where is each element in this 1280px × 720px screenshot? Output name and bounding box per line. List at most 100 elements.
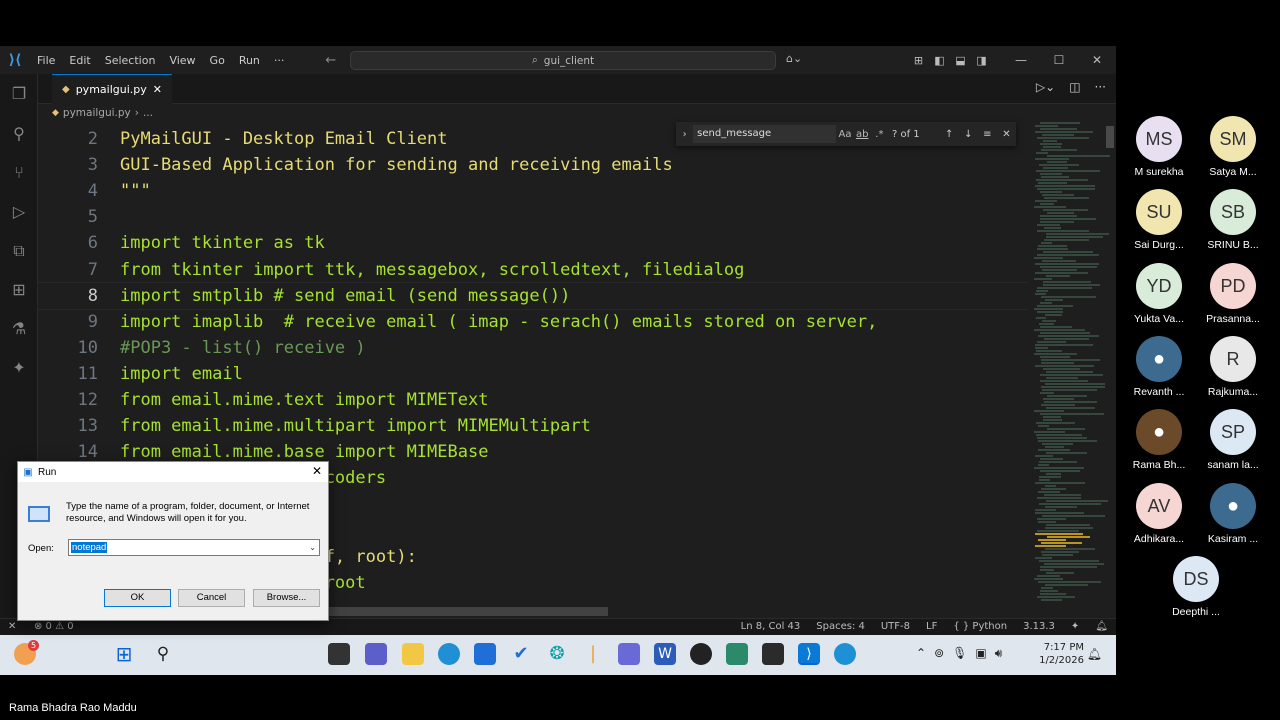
- browse-button[interactable]: Browse...: [253, 589, 320, 607]
- code-line[interactable]: 7 from tkinter import ttk, messagebox, sc…: [38, 257, 1028, 283]
- toggle-sidebar-icon[interactable]: ◧: [929, 54, 950, 67]
- copilot-chat-icon[interactable]: ✦: [9, 358, 29, 378]
- participant-tile[interactable]: SU Sai Durg...: [1119, 189, 1199, 251]
- whole-word-toggle[interactable]: ab: [854, 129, 871, 140]
- obs-icon[interactable]: [690, 643, 712, 665]
- match-case-toggle[interactable]: Aa: [836, 129, 853, 140]
- cursor-position[interactable]: Ln 8, Col 43: [741, 621, 801, 632]
- python-version[interactable]: 3.13.3: [1023, 621, 1055, 632]
- pencil-app-icon[interactable]: |: [582, 643, 604, 665]
- search-icon[interactable]: ⚲: [9, 124, 29, 144]
- participant-tile[interactable]: SM Satya M...: [1193, 116, 1273, 178]
- participant-tile[interactable]: ● Revanth ...: [1119, 335, 1199, 398]
- open-input[interactable]: notepad ⌄: [68, 539, 320, 556]
- split-editor-icon[interactable]: ◫: [1069, 80, 1080, 94]
- code-line[interactable]: 10 #POP3 - list() receive ): [38, 335, 1028, 361]
- close-window-button[interactable]: ✕: [1078, 53, 1116, 67]
- code-line[interactable]: 4 """: [38, 178, 1028, 204]
- run-close-icon[interactable]: ✕: [312, 464, 322, 478]
- layout-customize-icon[interactable]: ⊞: [908, 54, 929, 67]
- menu-view[interactable]: View: [162, 54, 202, 67]
- ok-button[interactable]: OK: [104, 589, 171, 607]
- find-in-selection-icon[interactable]: ≡: [978, 129, 997, 140]
- breadcrumb-symbol[interactable]: ...: [143, 107, 153, 119]
- find-input[interactable]: send_message: [693, 125, 837, 143]
- next-match-icon[interactable]: ↓: [959, 129, 978, 140]
- source-control-icon[interactable]: ⑂: [9, 163, 29, 183]
- vertical-scrollbar[interactable]: [1106, 126, 1114, 148]
- file-explorer-icon[interactable]: [402, 643, 424, 665]
- teams-classic-icon[interactable]: [618, 643, 640, 665]
- close-find-icon[interactable]: ✕: [997, 129, 1016, 140]
- toggle-panel-icon[interactable]: ⬓: [950, 54, 971, 67]
- participant-tile[interactable]: YD Yukta Va...: [1119, 262, 1199, 325]
- horizontal-scrollbar[interactable]: [318, 607, 608, 616]
- encoding[interactable]: UTF-8: [881, 621, 910, 632]
- language-mode[interactable]: { } Python: [953, 621, 1007, 632]
- code-line[interactable]: 6 import tkinter as tk: [38, 230, 1028, 256]
- problems-indicator[interactable]: ⊗ 0 ⚠ 0: [34, 621, 74, 632]
- toggle-secondary-sidebar-icon[interactable]: ◨: [971, 54, 992, 67]
- copilot-app-icon[interactable]: ❂: [546, 643, 568, 665]
- participant-tile[interactable]: SB SRINU B...: [1193, 189, 1273, 251]
- code-line[interactable]: 9 import imaplib # receive email ( imap -…: [38, 309, 1028, 335]
- extensions-icon[interactable]: ⊞: [9, 280, 29, 300]
- chevron-down-icon[interactable]: ⌄: [309, 540, 316, 555]
- notifications-icon[interactable]: 🔔︎: [1095, 621, 1108, 632]
- maximize-button[interactable]: ☐: [1040, 53, 1078, 67]
- menu-run[interactable]: Run: [232, 54, 267, 67]
- menu-more[interactable]: ···: [267, 54, 292, 67]
- remote-explorer-icon[interactable]: ⧉: [9, 241, 29, 261]
- todo-icon[interactable]: ✔: [510, 643, 532, 665]
- cancel-button[interactable]: Cancel: [178, 589, 245, 607]
- run-debug-icon[interactable]: ▷: [9, 202, 29, 222]
- menu-edit[interactable]: Edit: [62, 54, 97, 67]
- participant-tile[interactable]: R Rajkuma...: [1193, 335, 1273, 398]
- code-line[interactable]: 11 import email: [38, 361, 1028, 387]
- run-file-icon[interactable]: ▷⌄: [1036, 80, 1055, 94]
- tab-close-icon[interactable]: ✕: [153, 83, 162, 96]
- command-center-search[interactable]: ⌕ gui_client: [350, 51, 776, 70]
- explorer-icon[interactable]: ❐: [9, 84, 29, 104]
- breadcrumb-file[interactable]: pymailgui.py: [63, 107, 131, 119]
- previous-match-icon[interactable]: ↑: [940, 129, 959, 140]
- toggle-replace-icon[interactable]: ›: [676, 129, 693, 140]
- code-line[interactable]: 13 from email.mime.multipart import MIMEM…: [38, 413, 1028, 439]
- menu-go[interactable]: Go: [203, 54, 232, 67]
- notepad-icon[interactable]: [726, 643, 748, 665]
- network-icon[interactable]: ⊚: [934, 646, 944, 661]
- copilot-icon[interactable]: ⌂⌄: [786, 52, 802, 65]
- microphone-icon[interactable]: 🎙︎: [952, 646, 967, 661]
- participant-tile[interactable]: PD Prasanna...: [1193, 262, 1273, 325]
- back-arrow-icon[interactable]: ←: [317, 53, 344, 68]
- taskbar-search-icon[interactable]: ⚲: [152, 643, 174, 665]
- testing-icon[interactable]: ⚗: [9, 319, 29, 339]
- store-icon[interactable]: [474, 643, 496, 665]
- participant-tile[interactable]: MS M surekha: [1119, 116, 1199, 178]
- participant-tile[interactable]: AV Adhikara...: [1119, 482, 1199, 545]
- indentation[interactable]: Spaces: 4: [816, 621, 865, 632]
- windows-start-icon[interactable]: ⊞: [113, 643, 135, 665]
- word-icon[interactable]: W: [654, 643, 676, 665]
- menu-selection[interactable]: Selection: [98, 54, 163, 67]
- clock[interactable]: 7:17 PM 1/2/2026: [1039, 641, 1084, 667]
- copilot-status-icon[interactable]: ✦: [1071, 621, 1079, 632]
- vscode-taskbar-icon[interactable]: ⟩: [798, 643, 820, 665]
- code-line[interactable]: 5: [38, 204, 1028, 230]
- menu-file[interactable]: File: [30, 54, 62, 67]
- terminal-icon[interactable]: [762, 643, 784, 665]
- remote-indicator[interactable]: ✕: [8, 621, 16, 632]
- minimap[interactable]: [1030, 122, 1110, 618]
- chevron-up-icon[interactable]: ⌃: [916, 646, 926, 661]
- participant-tile[interactable]: ● Kasiram ...: [1193, 482, 1273, 545]
- code-line[interactable]: 8 import smtplib # send email (send messa…: [38, 281, 1028, 310]
- notification-bell-icon[interactable]: 🔔︎: [1087, 647, 1102, 661]
- tab-pymailgui[interactable]: ◆ pymailgui.py ✕: [52, 74, 172, 104]
- participant-tile[interactable]: DS Deepthi ...: [1156, 555, 1236, 618]
- teams-icon[interactable]: [365, 643, 387, 665]
- edge-icon[interactable]: [438, 643, 460, 665]
- volume-icon[interactable]: 🔊︎: [995, 646, 1003, 661]
- participant-tile[interactable]: SP sanam la...: [1193, 409, 1273, 471]
- code-line[interactable]: 3 GUI-Based Application for sending and r…: [38, 152, 1028, 178]
- more-actions-icon[interactable]: ···: [1095, 80, 1106, 94]
